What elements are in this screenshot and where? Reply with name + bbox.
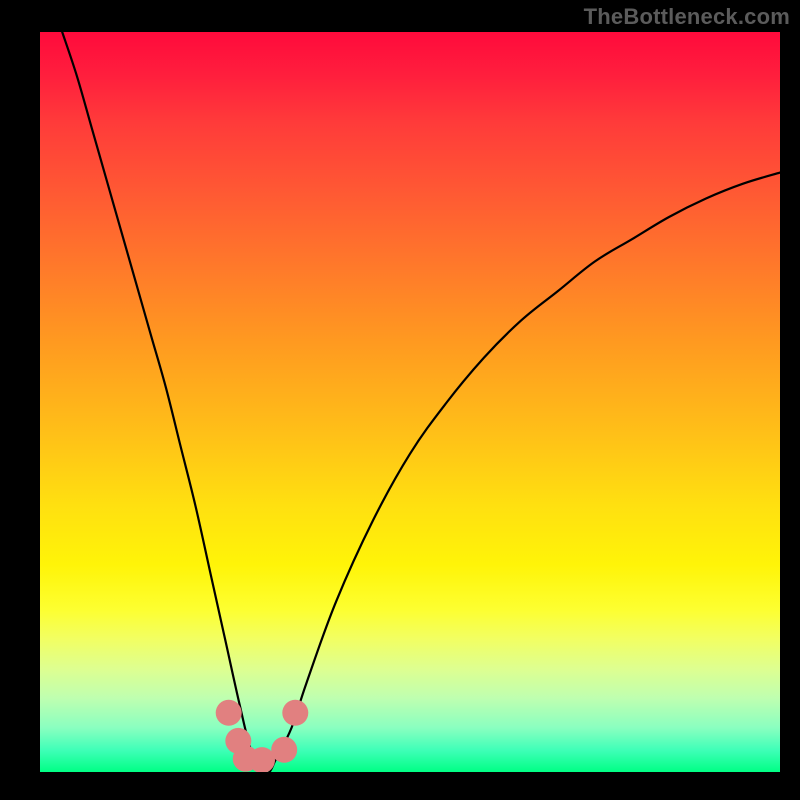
- data-dot: [282, 700, 308, 726]
- data-dot: [216, 700, 242, 726]
- data-dot: [249, 747, 275, 772]
- plot-area: [40, 32, 780, 772]
- data-dot: [271, 737, 297, 763]
- curve-dots: [40, 32, 780, 772]
- chart-frame: TheBottleneck.com: [0, 0, 800, 800]
- watermark-text: TheBottleneck.com: [584, 4, 790, 30]
